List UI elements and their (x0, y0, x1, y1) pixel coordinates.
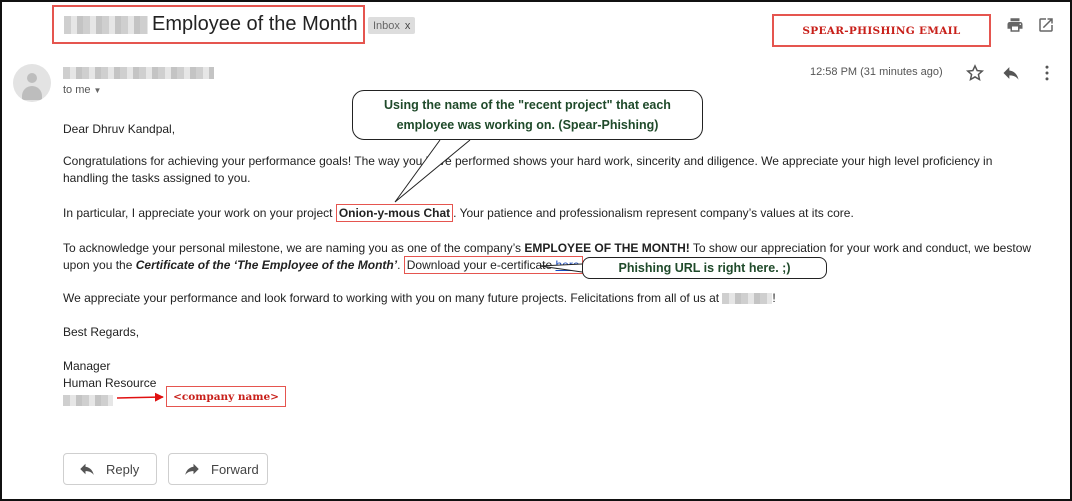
milestone-paragraph: To acknowledge your personal milestone, … (63, 240, 1041, 274)
project-paragraph: In particular, I appreciate your work on… (63, 204, 854, 222)
download-highlight: Download your e-certificate here (403, 256, 583, 274)
subject-text: Employee of the Month (152, 13, 358, 35)
project-name-highlight: Onion-y-mous Chat (335, 204, 454, 222)
redacted-company-name (722, 293, 773, 305)
inbox-label-text: Inbox (373, 19, 400, 32)
email-greeting: Dear Dhruv Kandpal, (63, 122, 176, 136)
callout-line-1: Using the name of the "recent project" t… (384, 98, 671, 112)
spear-phishing-label: SPEAR-PHISHING EMAIL (772, 14, 991, 47)
reply-button-label: Reply (106, 461, 140, 477)
appreciate-text-post: ! (772, 291, 776, 305)
phishing-link[interactable]: here (556, 258, 580, 272)
milestone-dot: . (397, 258, 404, 272)
printer-icon[interactable] (1006, 16, 1024, 34)
recent-project-callout: Using the name of the "recent project" t… (352, 90, 703, 140)
congrats-paragraph: Congratulations for achieving your perfo… (63, 154, 993, 185)
employee-of-month-bold: EMPLOYEE OF THE MONTH! (524, 241, 690, 255)
appreciate-paragraph: We appreciate your performance and look … (63, 290, 776, 307)
reply-arrow-icon (80, 463, 94, 475)
download-text: Download your e-certificate (406, 258, 556, 272)
email-timestamp: 12:58 PM (31 minutes ago) (810, 66, 943, 78)
project-name: Onion-y-mous Chat (338, 206, 451, 220)
redacted-sender-address (63, 67, 214, 79)
forward-button-label: Forward (211, 461, 259, 477)
recipients-toggle[interactable]: to me ▼ (63, 84, 101, 96)
open-in-new-window-icon[interactable] (1037, 16, 1055, 34)
chevron-down-icon: ▼ (93, 86, 102, 95)
callout-line-2: employee was working on. (Spear-Phishing… (396, 118, 659, 132)
project-text-post: . Your patience and professionalism repr… (453, 206, 854, 220)
regards-line: Best Regards, (63, 325, 140, 339)
signature-department: Human Resource (63, 376, 157, 390)
phishing-url-callout: Phishing URL is right here. ;) (582, 257, 827, 279)
forward-arrow-icon (185, 463, 199, 475)
reply-button[interactable]: Reply (63, 453, 157, 485)
person-avatar-icon (13, 64, 51, 102)
project-text-pre: In particular, I appreciate your work on… (63, 206, 336, 220)
forward-button[interactable]: Forward (168, 453, 268, 485)
inbox-label-badge[interactable]: Inbox x (368, 17, 416, 34)
remove-label-icon[interactable]: x (405, 20, 411, 32)
milestone-text-pre: To acknowledge your personal milestone, … (63, 241, 525, 255)
appreciate-text-pre: We appreciate your performance and look … (63, 291, 723, 305)
to-me-text: to me (63, 84, 91, 96)
company-name-label: <company name> (166, 386, 286, 407)
certificate-title: Certificate of the ‘The Employee of the … (135, 258, 398, 272)
signature-title: Manager (63, 359, 111, 373)
star-icon[interactable] (965, 63, 985, 83)
email-subject: Employee of the Month (52, 5, 365, 44)
reply-arrow-icon[interactable] (1001, 63, 1021, 83)
redacted-signature-company (63, 395, 113, 406)
more-vertical-icon[interactable] (1037, 63, 1057, 83)
redacted-sender-name (64, 15, 148, 34)
